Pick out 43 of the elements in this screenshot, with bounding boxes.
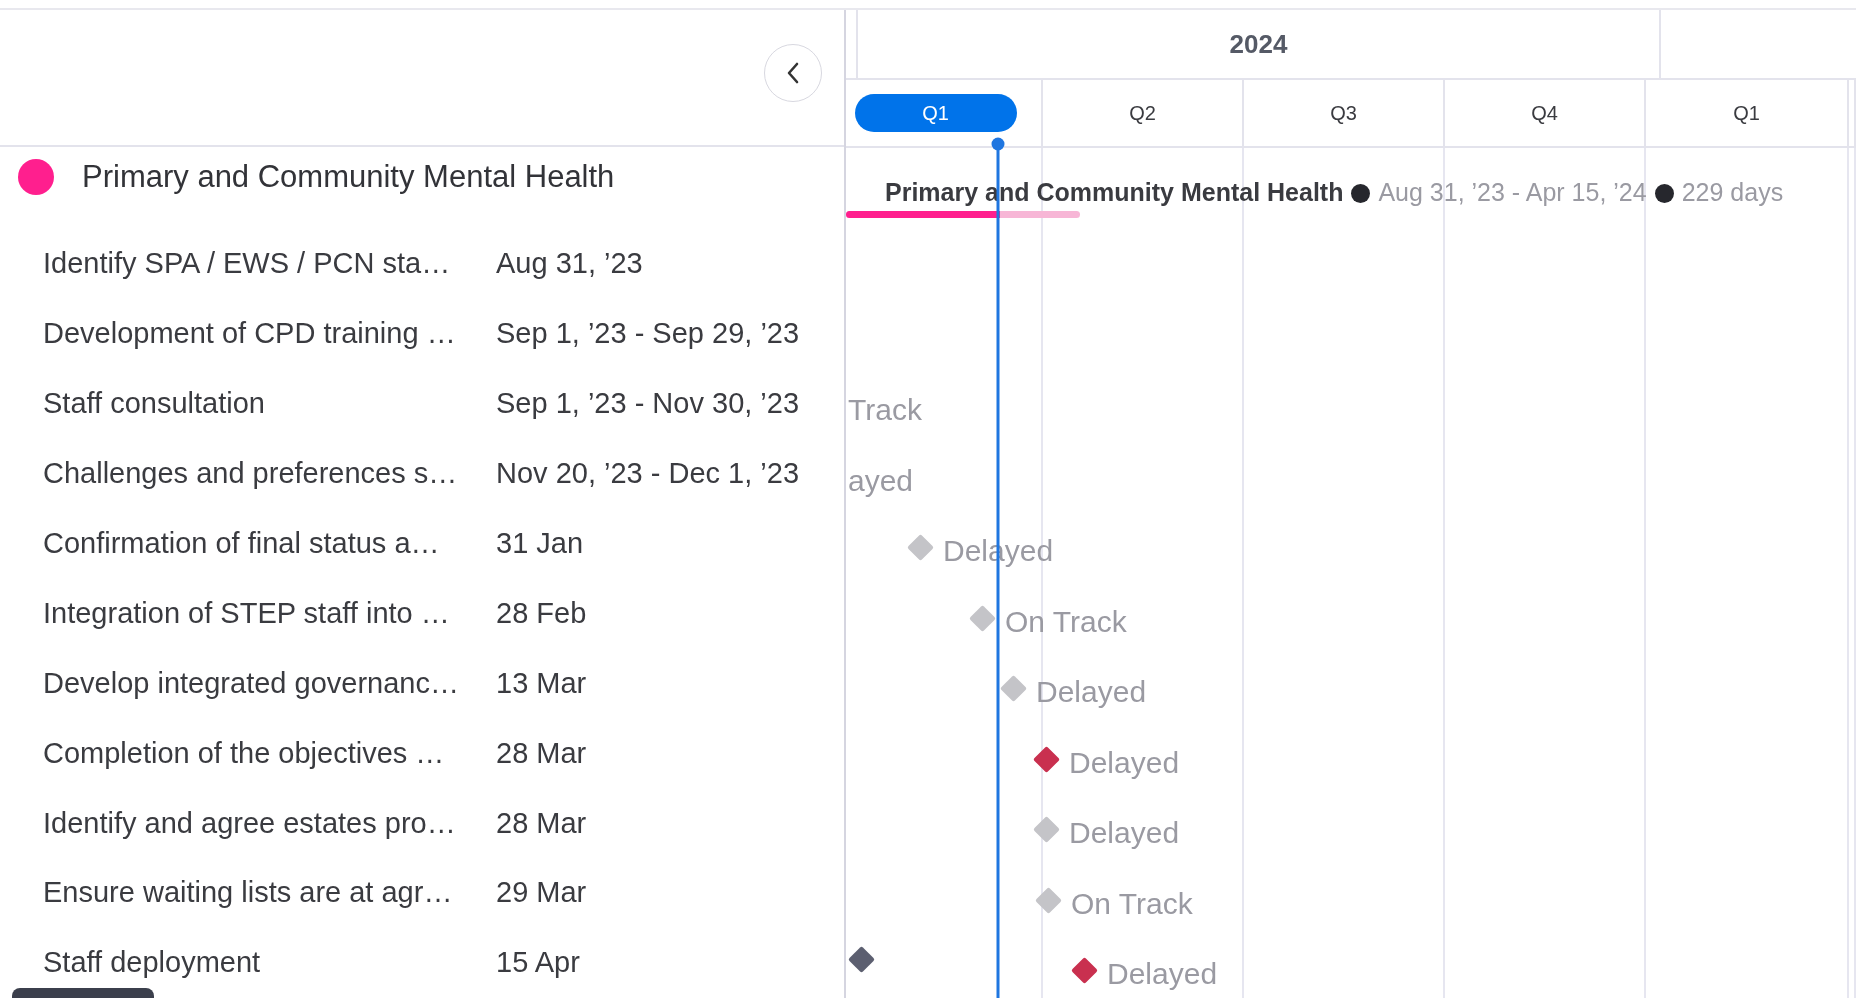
task-date: 31 Jan [496,526,584,562]
task-date: 28 Feb [496,595,587,631]
task-name: Challenges and preferences s… [42,456,459,492]
status-label: On Track [1005,603,1127,640]
task-name: Confirmation of final status a… [42,526,441,562]
task-date: 28 Mar [496,735,587,771]
quarter-tab[interactable]: Q1 [1727,97,1766,129]
status-label: Track [848,392,922,428]
task-date: Sep 1, ’23 - Sep 29, ’23 [496,316,800,352]
task-date: 15 Apr [496,945,580,981]
quarter-tab[interactable]: Q1 [854,94,1017,132]
group-title: Primary and Community Mental Health [82,157,615,196]
status-label: On Track [1071,885,1193,922]
task-date: Nov 20, ’23 - Dec 1, ’23 [496,456,800,492]
year-label: 2024 [1229,27,1288,61]
quarter-tab[interactable]: Q3 [1324,97,1363,129]
task-name: Completion of the objectives … [42,735,446,771]
scrollbar-thumb[interactable] [12,988,154,998]
task-name: Staff deployment [42,945,262,981]
group-date-range: Aug 31, ’23 - Apr 15, ’24 [1378,178,1647,206]
status-label: Delayed [1069,744,1180,781]
task-name: Identify and agree estates pro… [42,805,457,841]
task-date: 29 Mar [496,875,587,911]
group-duration: 229 days [1681,178,1784,206]
task-date: 13 Mar [496,665,587,701]
task-date: Sep 1, ’23 - Nov 30, ’23 [496,386,800,422]
task-name: Develop integrated governanc… [42,665,460,701]
status-label: ayed [848,462,914,499]
task-name: Identify SPA / EWS / PCN sta… [42,246,452,282]
task-name: Staff consultation [42,386,266,422]
separator-dot [1654,184,1674,203]
chevron-left-icon [786,62,800,84]
task-date: Aug 31, ’23 [496,246,643,282]
task-date: 28 Mar [496,805,587,841]
task-name: Development of CPD training … [42,316,457,352]
separator-dot [1351,184,1371,203]
task-name: Integration of STEP staff into … [42,595,451,631]
task-name: Ensure waiting lists are at agr… [42,875,454,911]
quarter-tab[interactable]: Q4 [1525,97,1564,129]
quarter-tab[interactable]: Q2 [1123,97,1162,129]
status-label: Delayed [1107,956,1218,992]
status-label: Delayed [1036,674,1147,710]
status-label: Delayed [1069,815,1180,851]
